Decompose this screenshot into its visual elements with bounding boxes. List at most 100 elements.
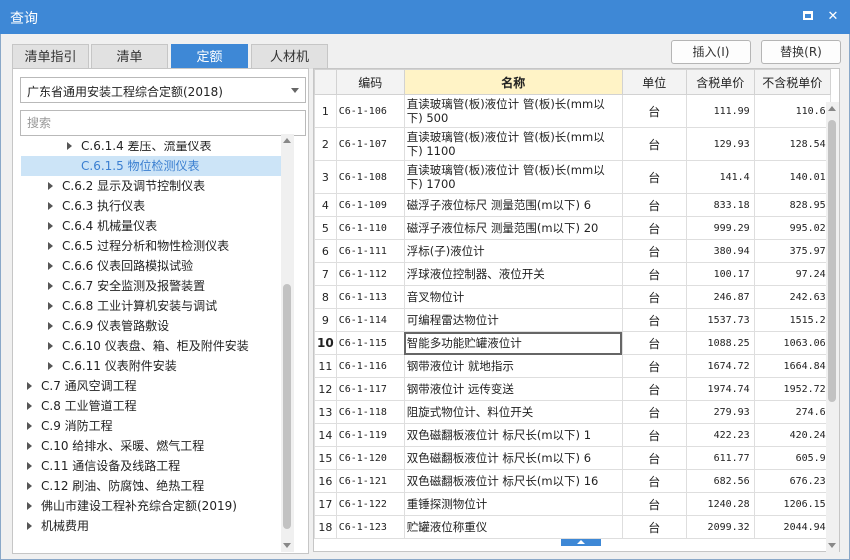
scroll-up-icon[interactable] (283, 138, 291, 143)
expand-arrow-icon[interactable] (48, 322, 53, 330)
cell-price-notax[interactable]: 995.02 (753, 216, 831, 240)
row-number[interactable]: 10 (314, 331, 337, 355)
expand-arrow-icon[interactable] (27, 422, 32, 430)
cell-unit[interactable]: 台 (621, 492, 687, 516)
row-number[interactable]: 18 (314, 515, 337, 539)
expand-arrow-icon[interactable] (48, 182, 53, 190)
cell-unit[interactable]: 台 (621, 94, 687, 128)
cell-price-notax[interactable]: 676.23 (753, 469, 831, 493)
tree-item[interactable]: C.6.5 过程分析和物性检测仪表 (48, 236, 229, 256)
table-row[interactable]: 10 C6-1-115 智能多功能贮罐液位计台 1088.25 1063.06 (314, 331, 831, 355)
expand-arrow-icon[interactable] (27, 522, 32, 530)
row-number[interactable]: 12 (314, 377, 337, 401)
maximize-icon[interactable] (800, 9, 816, 25)
cell-code[interactable]: C6-1-106 (335, 94, 405, 128)
cell-unit[interactable]: 台 (621, 446, 687, 470)
scroll-down-icon[interactable] (283, 543, 291, 548)
table-row[interactable]: 11 C6-1-116 钢带液位计 就地指示台 1674.72 1664.84 (314, 354, 831, 378)
row-number[interactable]: 17 (314, 492, 337, 516)
tree-item[interactable]: C.6.3 执行仪表 (48, 196, 145, 216)
row-number[interactable]: 14 (314, 423, 337, 447)
cell-code[interactable]: C6-1-121 (335, 469, 405, 493)
cell-name[interactable]: 可编程雷达物位计 (403, 308, 623, 332)
row-number[interactable]: 11 (314, 354, 337, 378)
tree-item[interactable]: C.11 通信设备及线路工程 (27, 456, 180, 476)
cell-price-tax[interactable]: 1240.28 (685, 492, 755, 516)
expand-arrow-icon[interactable] (48, 282, 53, 290)
cell-code[interactable]: C6-1-123 (335, 515, 405, 539)
table-row[interactable]: 15 C6-1-120 双色磁翻板液位计 标尺长(m以下) 6 台 611.77 605.… (314, 446, 831, 470)
cell-price-tax[interactable]: 422.23 (685, 423, 755, 447)
expand-arrow-icon[interactable] (48, 302, 53, 310)
expand-arrow-icon[interactable] (67, 142, 72, 150)
cell-code[interactable]: C6-1-114 (335, 308, 405, 332)
table-row[interactable]: 3 C6-1-108 直读玻璃管(板)液位计 管(板)长(mm以下) 1700 台 14… (314, 160, 831, 194)
cell-price-tax[interactable]: 246.87 (685, 285, 755, 309)
expand-arrow-icon[interactable] (48, 222, 53, 230)
table-row[interactable]: 18 C6-1-123 贮罐液位称重仪台 2099.32 2044.94 (314, 515, 831, 539)
search-input[interactable] (20, 110, 306, 136)
cell-name[interactable]: 直读玻璃管(板)液位计 管(板)长(mm以下) 1100 (403, 127, 623, 161)
cell-code[interactable]: C6-1-108 (335, 160, 405, 194)
cell-unit[interactable]: 台 (621, 216, 687, 240)
row-number[interactable]: 1 (314, 94, 337, 128)
collapse-handle[interactable] (561, 539, 601, 546)
tree-item[interactable]: C.8 工业管道工程 (27, 396, 137, 416)
table-row[interactable]: 5 C6-1-110 磁浮子液位标尺 测量范围(m以下) 20 台 999.29 995.… (314, 216, 831, 240)
tab-labor-material-machine[interactable]: 人材机 (251, 44, 328, 69)
quota-library-select[interactable]: 广东省通用安装工程综合定额(2018) (20, 77, 306, 103)
tree-item[interactable]: C.6.1.4 差压、流量仪表 (67, 141, 212, 156)
cell-unit[interactable]: 台 (621, 400, 687, 424)
cell-price-tax[interactable]: 111.99 (685, 94, 755, 128)
row-number[interactable]: 13 (314, 400, 337, 424)
table-row[interactable]: 14 C6-1-119 双色磁翻板液位计 标尺长(m以下) 1 台 422.23 420.… (314, 423, 831, 447)
cell-price-notax[interactable]: 128.54 (753, 127, 831, 161)
cell-name[interactable]: 浮球液位控制器、液位开关 (403, 262, 623, 286)
cell-price-notax[interactable]: 1063.06 (753, 331, 831, 355)
cell-name[interactable]: 钢带液位计 远传变送 (403, 377, 623, 401)
replace-button[interactable]: 替换(R) (761, 40, 841, 64)
cell-name[interactable]: 音叉物位计 (403, 285, 623, 309)
col-header-unit[interactable]: 单位 (621, 69, 687, 95)
expand-arrow-icon[interactable] (27, 382, 32, 390)
row-number[interactable]: 16 (314, 469, 337, 493)
table-row[interactable]: 8 C6-1-113 音叉物位计台 246.87 242.63 (314, 285, 831, 309)
cell-unit[interactable]: 台 (621, 308, 687, 332)
cell-price-tax[interactable]: 279.93 (685, 400, 755, 424)
tree-item[interactable]: C.7 通风空调工程 (27, 376, 137, 396)
cell-price-notax[interactable]: 1664.84 (753, 354, 831, 378)
expand-arrow-icon[interactable] (27, 442, 32, 450)
cell-name[interactable]: 直读玻璃管(板)液位计 管(板)长(mm以下) 500 (403, 94, 623, 128)
row-number[interactable]: 15 (314, 446, 337, 470)
cell-price-notax[interactable]: 605.9 (753, 446, 831, 470)
cell-name[interactable]: 钢带液位计 就地指示 (403, 354, 623, 378)
col-header-price-notax[interactable]: 不含税单价 (753, 69, 831, 95)
cell-code[interactable]: C6-1-117 (335, 377, 405, 401)
expand-arrow-icon[interactable] (27, 402, 32, 410)
tree-item[interactable]: C.6.1.5 物位检测仪表 (21, 156, 292, 176)
cell-code[interactable]: C6-1-120 (335, 446, 405, 470)
tree-item[interactable]: C.9 消防工程 (27, 416, 113, 436)
cell-name[interactable]: 重锤探测物位计 (403, 492, 623, 516)
cell-price-tax[interactable]: 1974.74 (685, 377, 755, 401)
col-header-code[interactable]: 编码 (335, 69, 405, 95)
table-row[interactable]: 6 C6-1-111 浮标(子)液位计台 380.94 375.97 (314, 239, 831, 263)
cell-name[interactable]: 贮罐液位称重仪 (403, 515, 623, 539)
cell-code[interactable]: C6-1-115 (335, 331, 405, 355)
cell-code[interactable]: C6-1-111 (335, 239, 405, 263)
row-number[interactable]: 5 (314, 216, 337, 240)
cell-code[interactable]: C6-1-122 (335, 492, 405, 516)
cell-price-notax[interactable]: 97.24 (753, 262, 831, 286)
row-number[interactable]: 7 (314, 262, 337, 286)
cell-code[interactable]: C6-1-119 (335, 423, 405, 447)
cell-code[interactable]: C6-1-109 (335, 193, 405, 217)
cell-code[interactable]: C6-1-112 (335, 262, 405, 286)
cell-price-tax[interactable]: 611.77 (685, 446, 755, 470)
cell-price-tax[interactable]: 999.29 (685, 216, 755, 240)
tree-item[interactable]: C.6.6 仪表回路模拟试验 (48, 256, 193, 276)
tree-item[interactable]: C.6.10 仪表盘、箱、柜及附件安装 (48, 336, 249, 356)
row-number[interactable]: 4 (314, 193, 337, 217)
cell-price-tax[interactable]: 129.93 (685, 127, 755, 161)
cell-price-notax[interactable]: 1206.15 (753, 492, 831, 516)
tree-item[interactable]: C.6.9 仪表管路敷设 (48, 316, 169, 336)
